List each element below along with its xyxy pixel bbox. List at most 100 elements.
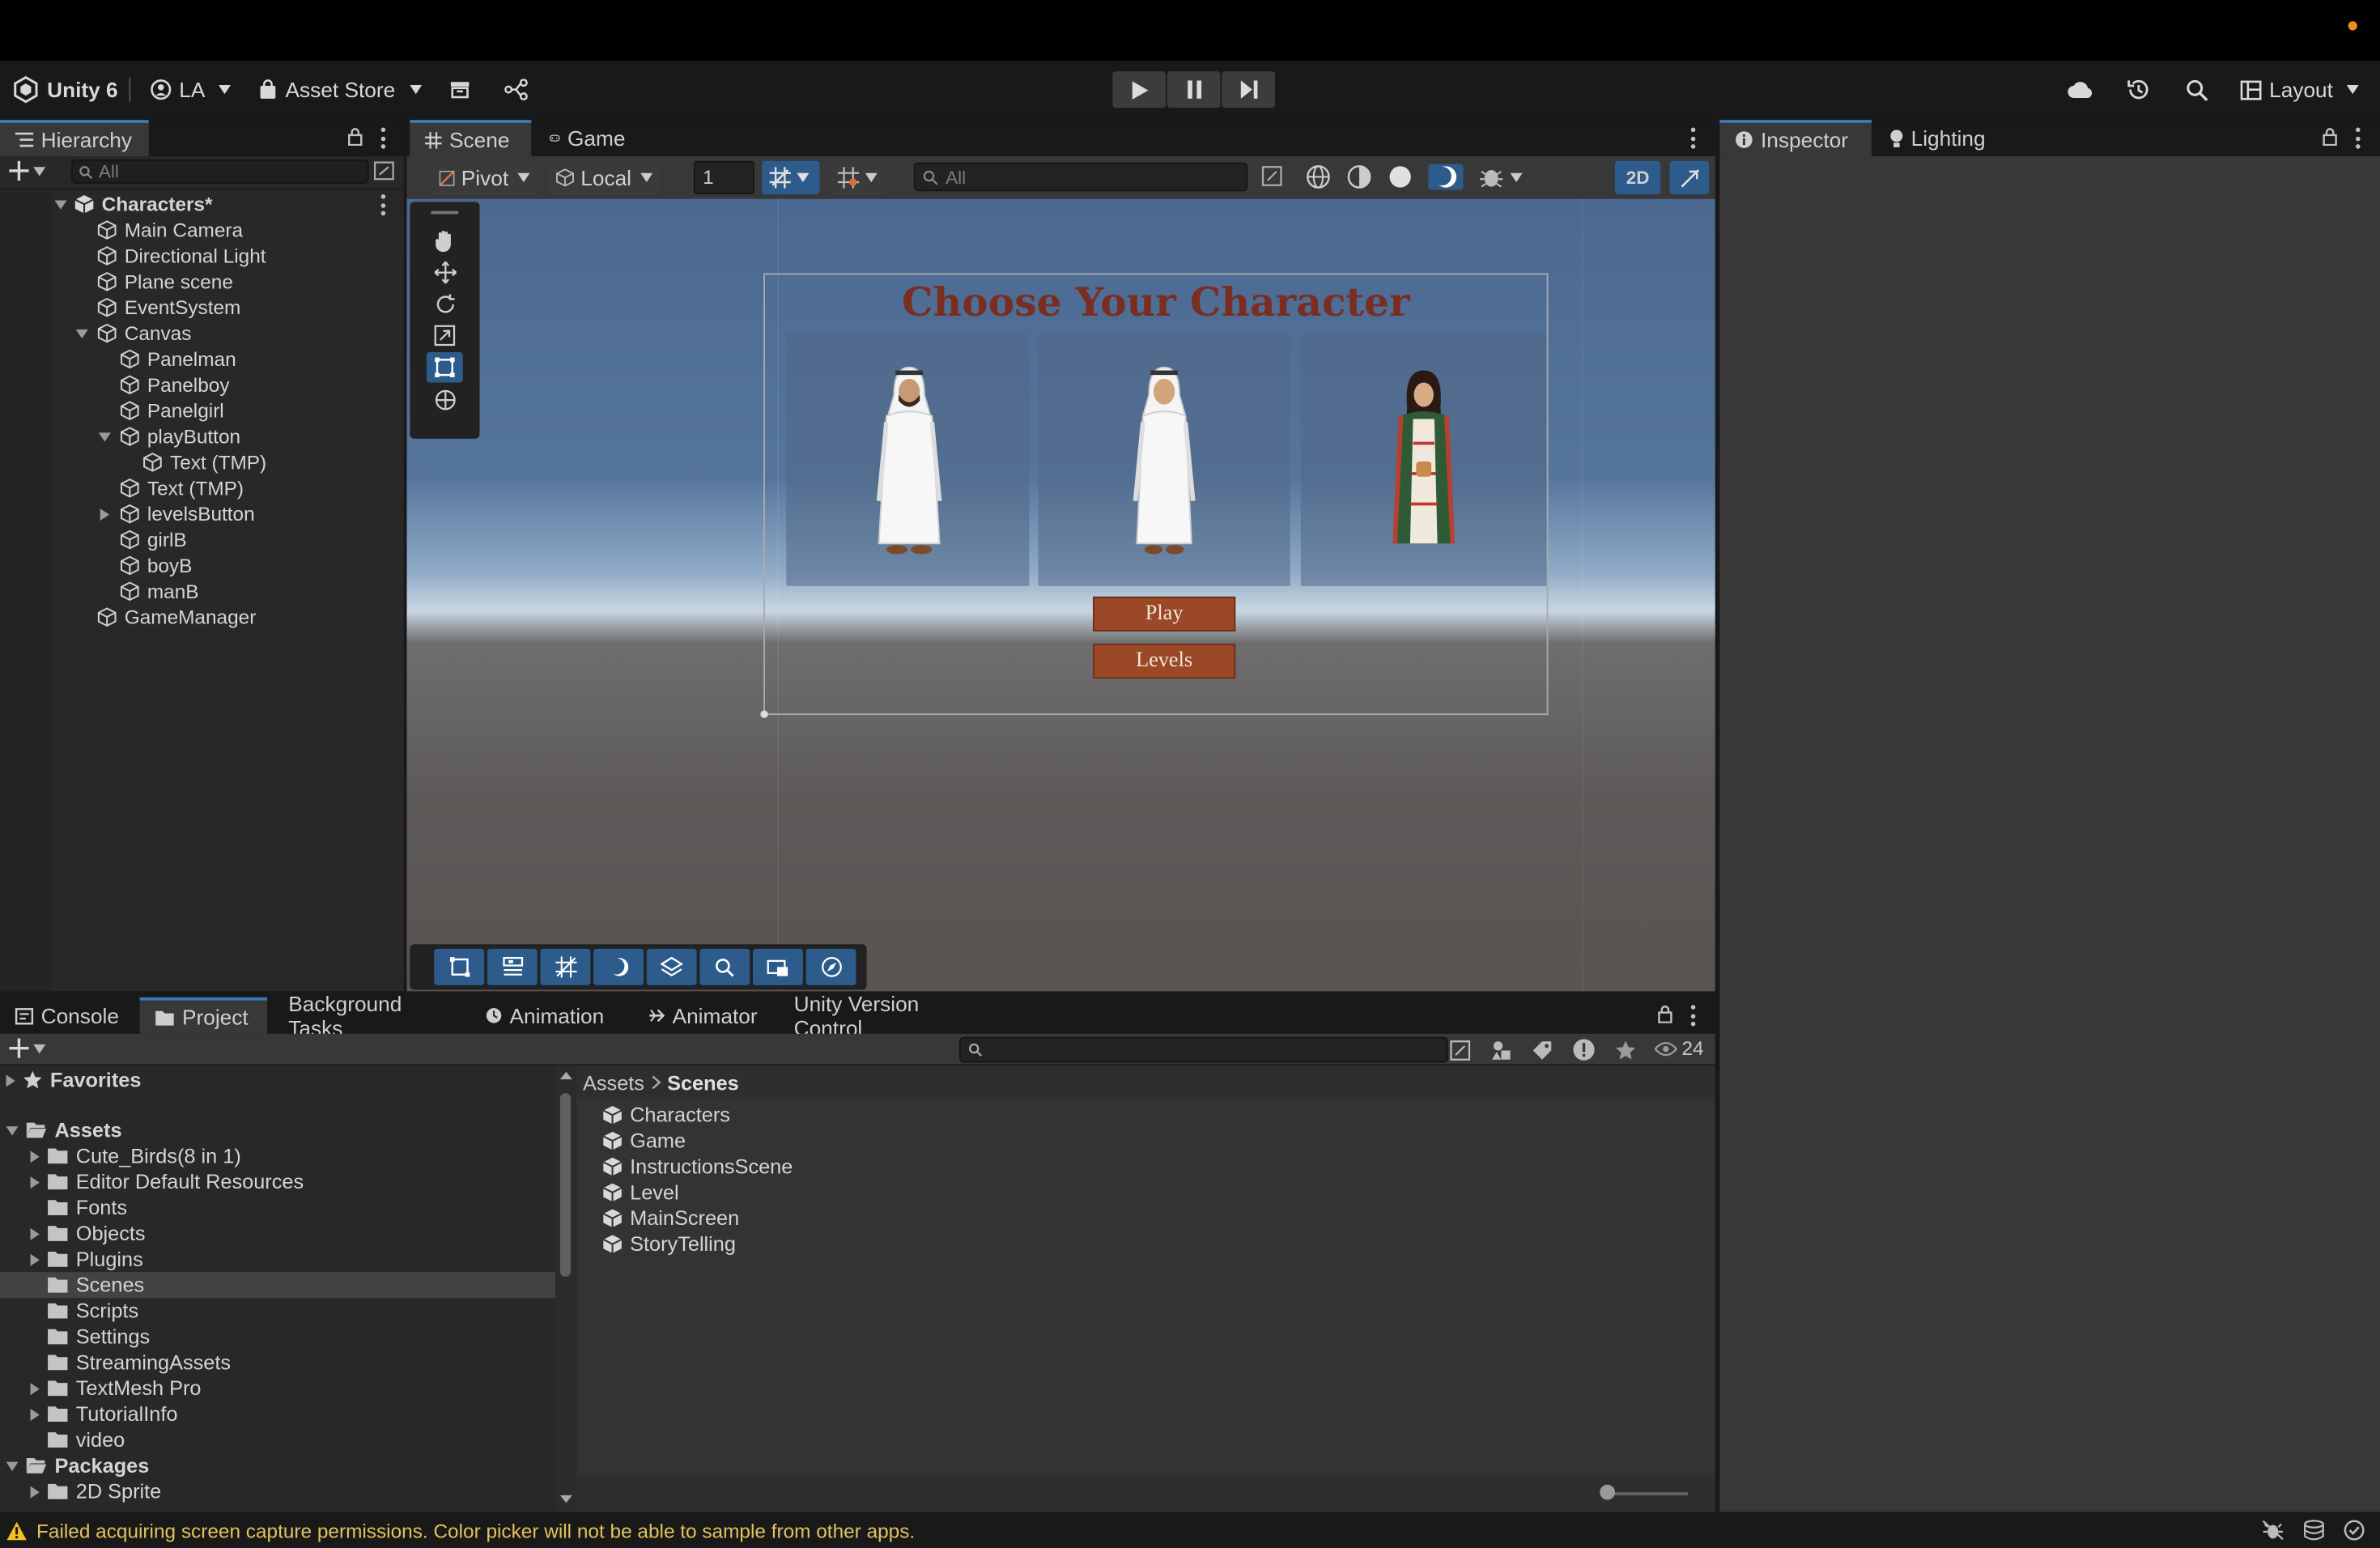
rect-overlay-button[interactable] <box>434 948 485 985</box>
scene-camera-toggle[interactable] <box>1669 160 1710 194</box>
orientation-overlay-button[interactable] <box>646 948 697 985</box>
history-button[interactable] <box>2127 61 2151 118</box>
tab-console[interactable]: Console <box>0 997 137 1034</box>
collapse-arrow-icon[interactable] <box>30 1176 40 1189</box>
collapse-arrow-icon[interactable] <box>30 1252 40 1265</box>
folder-item[interactable]: StreamingAssets <box>31 1350 231 1376</box>
play-ui-button[interactable]: Play <box>1093 596 1236 632</box>
visible-count[interactable]: 24 <box>1654 1037 1704 1060</box>
expand-arrow-icon[interactable] <box>98 432 111 441</box>
folder-item[interactable]: Scripts <box>31 1298 138 1324</box>
lock-icon[interactable] <box>1658 1005 1673 1023</box>
tree-scrollbar[interactable] <box>555 1065 577 1512</box>
lock-icon[interactable] <box>347 128 363 146</box>
expand-arrow-icon[interactable] <box>6 1125 19 1135</box>
warning-filter-icon[interactable] <box>1573 1039 1596 1061</box>
folder-item[interactable]: Fonts <box>31 1195 127 1221</box>
folder-item[interactable]: Scenes <box>31 1272 144 1298</box>
collapse-arrow-icon[interactable] <box>100 508 109 521</box>
folder-item[interactable]: TutorialInfo <box>30 1401 177 1427</box>
panel-girl[interactable] <box>1300 334 1547 586</box>
scene-asset-item[interactable]: InstructionsScene <box>602 1154 793 1180</box>
rotate-tool-button[interactable] <box>427 288 463 319</box>
hierarchy-item[interactable]: boyB <box>120 553 192 579</box>
cache-server-icon[interactable] <box>2302 1520 2325 1541</box>
asset-store-dropdown[interactable]: Asset Store <box>258 61 423 118</box>
kebab-menu-icon[interactable] <box>380 194 386 216</box>
hierarchy-item[interactable]: Text (TMP) <box>142 449 266 475</box>
grid-snapping-toggle[interactable] <box>762 160 820 194</box>
collapse-arrow-icon[interactable] <box>30 1150 40 1163</box>
scene-search-input[interactable]: All <box>913 162 1282 192</box>
rect-pivot-handle[interactable] <box>760 710 768 718</box>
folder-item[interactable]: Cute_Birds(8 in 1) <box>30 1143 241 1169</box>
cloud-button[interactable] <box>2068 61 2095 118</box>
hierarchy-item[interactable]: playButton <box>98 423 240 449</box>
favorites-node[interactable]: Favorites <box>6 1067 141 1093</box>
lighting-toggle[interactable] <box>1428 164 1464 190</box>
scroll-down-arrow[interactable] <box>559 1495 572 1503</box>
scene-viewport[interactable]: Choose Your Character Play Levels <box>406 198 1715 992</box>
hierarchy-item[interactable]: Panelman <box>120 347 236 372</box>
search-button[interactable] <box>2186 61 2208 118</box>
project-search-input[interactable] <box>959 1036 1448 1063</box>
package-manager-button[interactable] <box>449 61 470 118</box>
kebab-menu-icon[interactable] <box>1689 127 1696 149</box>
tab-game[interactable]: Game <box>534 120 640 156</box>
hierarchy-item[interactable]: EventSystem <box>97 295 240 321</box>
kebab-menu-icon[interactable] <box>380 127 386 149</box>
mode-2d-toggle[interactable]: 2D <box>1615 160 1661 194</box>
panel-boy[interactable] <box>1038 334 1290 586</box>
scene-visibility-icon[interactable] <box>373 161 394 181</box>
shaded-wireframe-icon[interactable] <box>1346 164 1372 190</box>
scale-tool-button[interactable] <box>427 321 463 351</box>
folder-item[interactable]: TextMesh Pro <box>30 1376 201 1401</box>
icon-size-slider-handle[interactable] <box>1600 1484 1615 1500</box>
tab-animation[interactable]: Animation <box>470 997 619 1034</box>
collapse-arrow-icon[interactable] <box>30 1408 40 1421</box>
lock-icon[interactable] <box>2323 128 2338 146</box>
collapse-arrow-icon[interactable] <box>30 1227 40 1240</box>
hierarchy-item[interactable]: Panelgirl <box>120 398 224 423</box>
hierarchy-item[interactable]: girlB <box>120 527 187 553</box>
account-dropdown[interactable]: LA <box>151 61 232 118</box>
tab-inspector[interactable]: Inspector <box>1719 120 1872 157</box>
scene-asset-item[interactable]: MainScreen <box>602 1206 739 1231</box>
camera-overlay-button[interactable] <box>753 948 803 985</box>
scrollbar-thumb[interactable] <box>559 1093 571 1277</box>
hierarchy-item[interactable]: manB <box>120 578 199 604</box>
hierarchy-item[interactable]: Directional Light <box>97 243 266 269</box>
lighting-overlay-button[interactable] <box>593 948 644 985</box>
filter-by-label-icon[interactable] <box>1532 1039 1553 1060</box>
filter-by-type-icon[interactable] <box>1490 1039 1511 1060</box>
expand-arrow-icon[interactable] <box>6 1461 19 1470</box>
increment-snapping-toggle[interactable] <box>830 160 888 194</box>
step-button[interactable] <box>1222 71 1275 108</box>
scroll-up-arrow[interactable] <box>559 1071 572 1080</box>
kebab-menu-icon[interactable] <box>2354 127 2361 149</box>
overlay-handle[interactable] <box>431 211 459 215</box>
hierarchy-root-scene[interactable]: Characters* <box>54 191 213 217</box>
assets-node[interactable]: Assets <box>6 1117 122 1143</box>
create-dropdown[interactable] <box>9 160 46 181</box>
hierarchy-item[interactable]: Panelboy <box>120 372 230 398</box>
hierarchy-search-input[interactable]: All <box>71 159 369 184</box>
search-overlay-button[interactable] <box>699 948 750 985</box>
create-dropdown[interactable] <box>9 1038 46 1058</box>
collapse-arrow-icon[interactable] <box>30 1382 40 1395</box>
favorite-star-icon[interactable] <box>1615 1039 1636 1060</box>
search-scope-icon[interactable] <box>1450 1039 1471 1060</box>
breadcrumb-assets[interactable]: Assets <box>583 1071 644 1094</box>
wireframe-icon[interactable] <box>1306 164 1332 190</box>
tab-background-tasks[interactable]: Background Tasks <box>274 991 471 1040</box>
collapse-arrow-icon[interactable] <box>30 1485 40 1498</box>
tab-project[interactable]: Project <box>139 997 267 1034</box>
status-message[interactable]: Failed acquiring screen capture permissi… <box>6 1520 915 1542</box>
breadcrumb-scenes[interactable]: Scenes <box>667 1071 739 1094</box>
search-filter-icon[interactable] <box>1261 165 1282 186</box>
debug-off-icon[interactable] <box>2262 1520 2284 1541</box>
tool-settings-button[interactable] <box>487 948 538 985</box>
pivot-dropdown[interactable]: Pivot <box>431 160 538 194</box>
scene-asset-item[interactable]: Characters <box>602 1102 730 1128</box>
tab-lighting[interactable]: Lighting <box>1875 120 2012 156</box>
